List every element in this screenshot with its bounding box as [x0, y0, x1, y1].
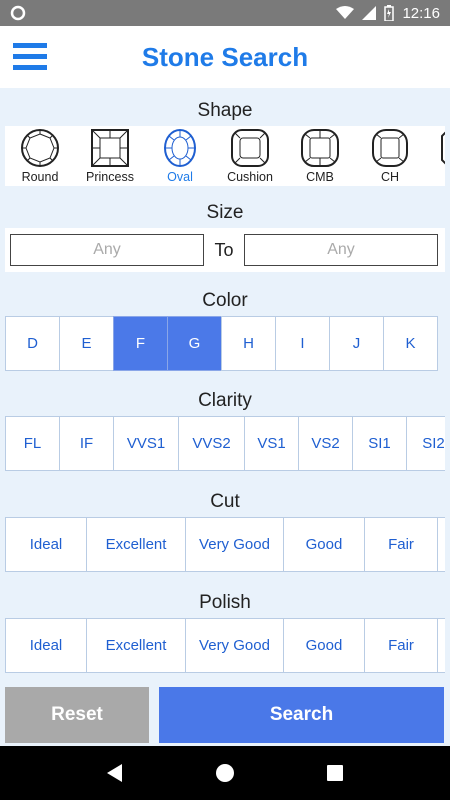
recents-square-icon [327, 765, 343, 781]
color-option-g[interactable]: G [167, 316, 222, 371]
polish-option-more[interactable] [437, 618, 445, 673]
menu-button[interactable] [0, 26, 60, 88]
home-circle-icon [216, 764, 234, 782]
polish-option-fair[interactable]: Fair [364, 618, 438, 673]
shape-label: CMB [306, 170, 334, 184]
clarity-option-fl[interactable]: FL [5, 416, 60, 471]
color-option-i[interactable]: I [275, 316, 330, 371]
size-section-label: Size [206, 202, 244, 223]
clarity-options: FL IF VVS1 VVS2 VS1 VS2 SI1 SI2 [5, 416, 445, 471]
shape-section-label: Shape [197, 100, 253, 121]
cushion-diamond-icon [231, 129, 269, 167]
color-section-label: Color [202, 290, 248, 311]
wifi-icon [336, 6, 355, 19]
cmb-diamond-icon [301, 129, 339, 167]
shape-emerald[interactable]: Em [425, 126, 445, 186]
shape-oval[interactable]: Oval [145, 126, 215, 186]
battery-icon [384, 5, 395, 21]
signal-icon [362, 6, 377, 20]
emerald-diamond-icon [441, 131, 445, 165]
shape-label: Cushion [227, 170, 273, 184]
color-option-d[interactable]: D [5, 316, 60, 371]
size-from-input[interactable] [10, 234, 204, 266]
cut-option-very-good[interactable]: Very Good [185, 517, 284, 572]
shape-round[interactable]: Round [5, 126, 75, 186]
cut-option-ideal[interactable]: Ideal [5, 517, 87, 572]
polish-option-excellent[interactable]: Excellent [86, 618, 186, 673]
color-option-k[interactable]: K [383, 316, 438, 371]
size-to-label: To [214, 239, 234, 260]
cut-options: Ideal Excellent Very Good Good Fair [5, 517, 445, 572]
page-title: Stone Search [141, 41, 309, 72]
clarity-option-vvs2[interactable]: VVS2 [178, 416, 245, 471]
status-bar: 12:16 [0, 0, 450, 26]
cut-option-good[interactable]: Good [283, 517, 365, 572]
color-option-e[interactable]: E [59, 316, 114, 371]
color-option-h[interactable]: H [221, 316, 276, 371]
shape-label: Round [21, 170, 59, 184]
nav-home-button[interactable] [205, 753, 245, 793]
nav-back-button[interactable] [95, 753, 135, 793]
back-triangle-icon [107, 764, 122, 782]
color-option-j[interactable]: J [329, 316, 384, 371]
cut-option-excellent[interactable]: Excellent [86, 517, 186, 572]
shape-cmb[interactable]: CMB [285, 126, 355, 186]
hamburger-menu-icon [13, 43, 47, 70]
clarity-option-if[interactable]: IF [59, 416, 114, 471]
shape-princess[interactable]: Princess [75, 126, 145, 186]
cut-option-fair[interactable]: Fair [364, 517, 438, 572]
size-range: To [5, 228, 445, 272]
reset-button[interactable]: Reset [5, 687, 149, 743]
search-form: Shape Round Princess Oval Cushion CMB CH [0, 88, 450, 684]
clarity-option-vs2[interactable]: VS2 [298, 416, 353, 471]
clarity-section-label: Clarity [198, 390, 252, 411]
notification-circle-icon [10, 5, 26, 21]
color-option-f[interactable]: F [113, 316, 168, 371]
polish-options: Ideal Excellent Very Good Good Fair [5, 618, 445, 673]
oval-diamond-icon [164, 129, 196, 167]
color-options: D E F G H I J K [5, 316, 445, 371]
princess-diamond-icon [91, 129, 129, 167]
clarity-option-vs1[interactable]: VS1 [244, 416, 299, 471]
system-nav-bar [0, 746, 450, 800]
nav-recents-button[interactable] [315, 753, 355, 793]
size-to-input[interactable] [244, 234, 438, 266]
shape-selector: Round Princess Oval Cushion CMB CH Em [5, 126, 445, 186]
ch-diamond-icon [372, 129, 408, 167]
clarity-option-si2[interactable]: SI2 [406, 416, 445, 471]
polish-option-ideal[interactable]: Ideal [5, 618, 87, 673]
cut-option-more[interactable] [437, 517, 445, 572]
shape-label: CH [380, 170, 400, 184]
polish-section-label: Polish [199, 592, 251, 613]
clarity-option-vvs1[interactable]: VVS1 [113, 416, 179, 471]
polish-option-very-good[interactable]: Very Good [185, 618, 284, 673]
clarity-option-si1[interactable]: SI1 [352, 416, 407, 471]
action-bar: Reset Search [0, 684, 450, 746]
app-bar: Stone Search [0, 26, 450, 88]
round-diamond-icon [21, 129, 59, 167]
shape-label: Princess [86, 170, 134, 184]
polish-option-good[interactable]: Good [283, 618, 365, 673]
shape-cushion[interactable]: Cushion [215, 126, 285, 186]
shape-label: Oval [167, 170, 193, 184]
search-button[interactable]: Search [159, 687, 444, 743]
status-time: 12:16 [402, 4, 440, 22]
cut-section-label: Cut [210, 491, 240, 512]
shape-ch[interactable]: CH [355, 126, 425, 186]
